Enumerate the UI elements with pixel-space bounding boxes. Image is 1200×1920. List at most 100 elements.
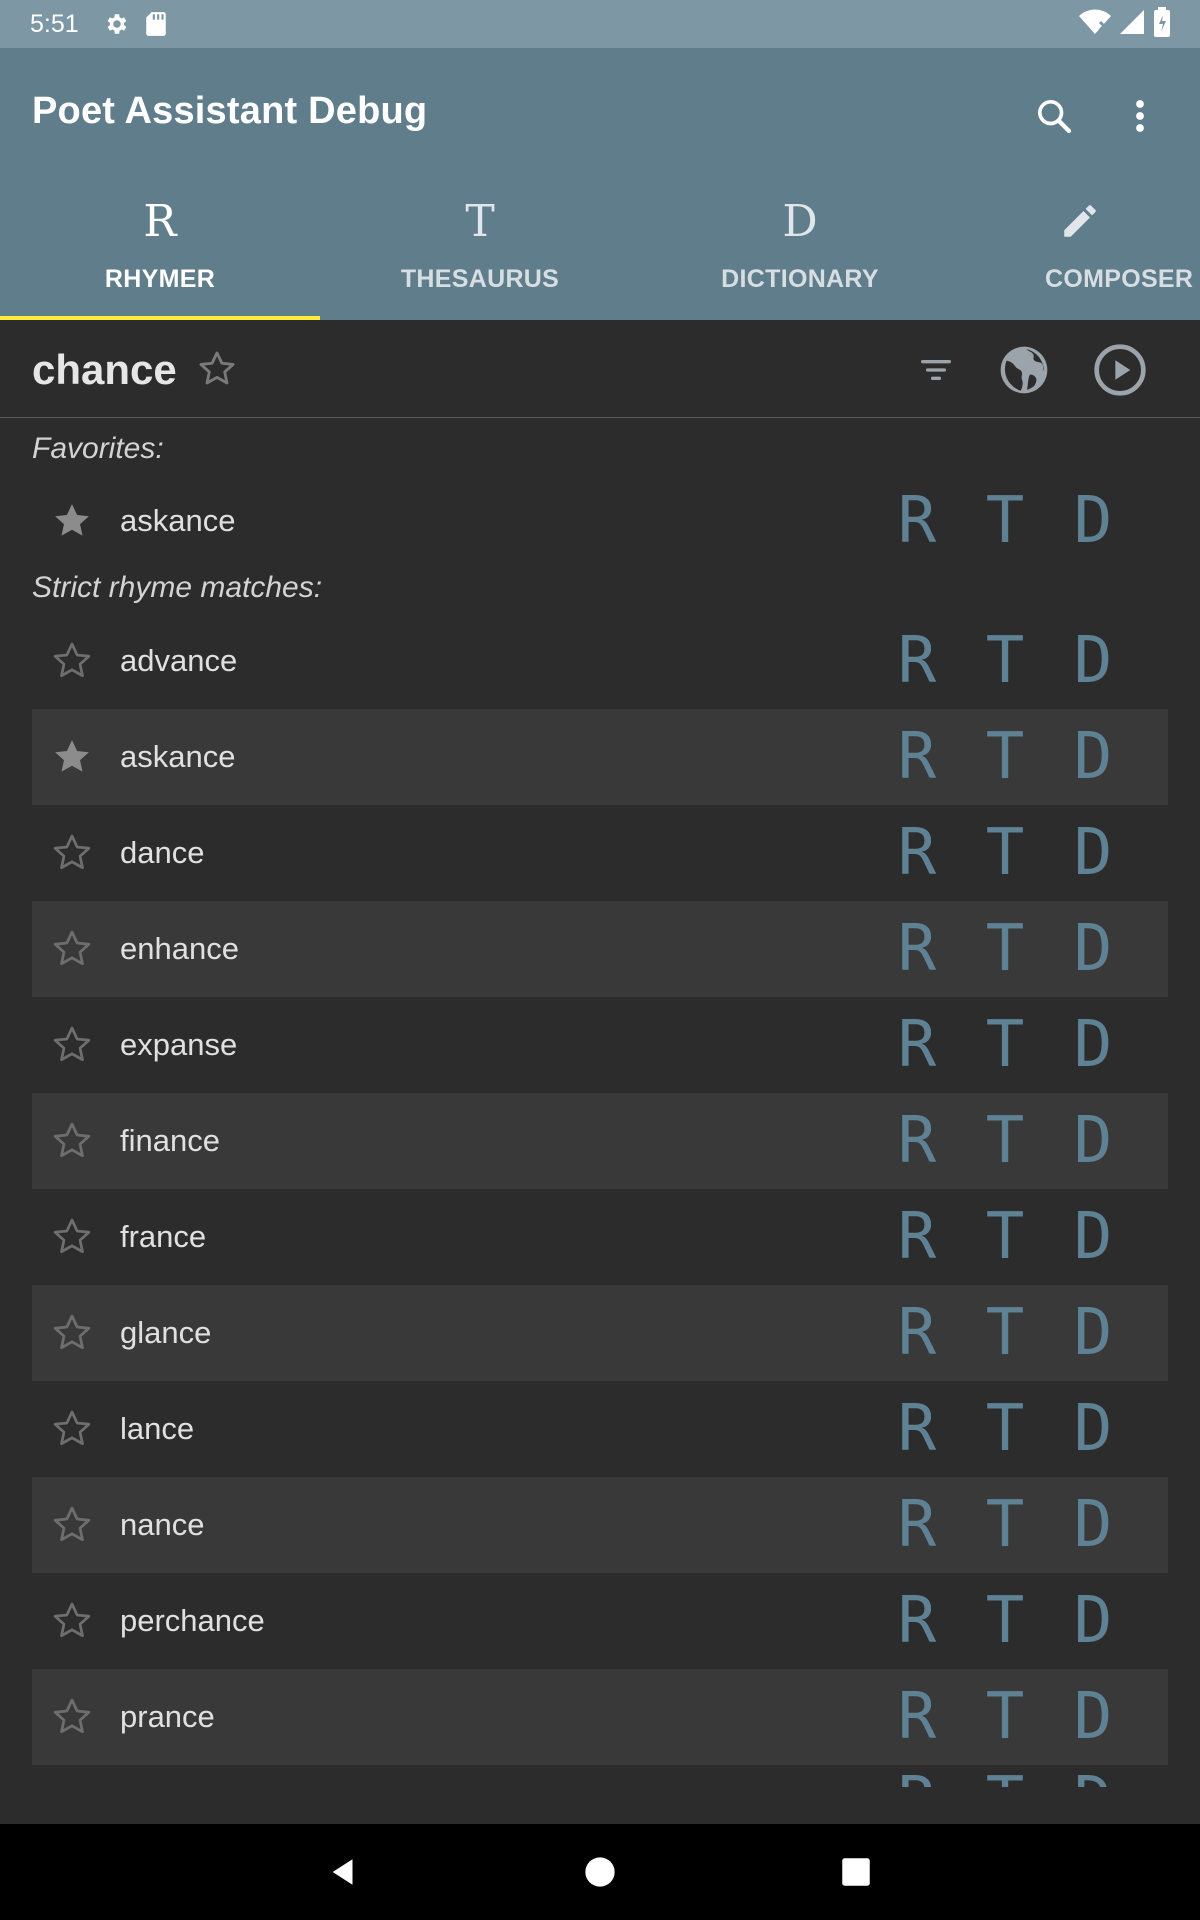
web-search-button[interactable] bbox=[992, 338, 1056, 402]
tab-rhymer[interactable]: R RHYMER bbox=[0, 193, 320, 320]
list-item[interactable]: enhance R T D bbox=[32, 901, 1168, 997]
pencil-icon bbox=[960, 193, 1200, 249]
dictionary-shortcut-button[interactable]: D bbox=[1058, 1491, 1128, 1559]
query-word: chance bbox=[32, 346, 177, 393]
thesaurus-shortcut-button[interactable]: T bbox=[970, 1767, 1040, 1787]
star-outline-icon[interactable] bbox=[50, 1215, 94, 1259]
dictionary-shortcut-button[interactable]: D bbox=[1058, 1203, 1128, 1271]
dictionary-shortcut-button[interactable]: D bbox=[1058, 915, 1128, 983]
star-outline-icon[interactable] bbox=[50, 1407, 94, 1451]
dictionary-shortcut-button[interactable]: D bbox=[1058, 1587, 1128, 1655]
star-outline-icon[interactable] bbox=[50, 1695, 94, 1739]
rhymer-shortcut-button[interactable]: R bbox=[882, 1107, 952, 1175]
search-icon bbox=[1038, 100, 1072, 134]
thesaurus-shortcut-button[interactable]: T bbox=[970, 1011, 1040, 1079]
list-item[interactable]: askance R T D bbox=[32, 473, 1168, 569]
thesaurus-shortcut-button[interactable]: T bbox=[970, 627, 1040, 695]
dictionary-shortcut-button[interactable]: D bbox=[1058, 723, 1128, 791]
wifi-off-icon bbox=[1078, 8, 1112, 41]
play-button[interactable] bbox=[1088, 338, 1152, 402]
word-label: perchance bbox=[120, 1603, 265, 1638]
thesaurus-shortcut-button[interactable]: T bbox=[970, 1491, 1040, 1559]
back-button[interactable] bbox=[314, 1842, 374, 1902]
thesaurus-shortcut-button[interactable]: T bbox=[970, 1107, 1040, 1175]
word-label: askance bbox=[120, 739, 236, 774]
rhymer-shortcut-button[interactable]: R bbox=[882, 1767, 952, 1787]
results-list[interactable]: Favorites: Strict rhyme matches: askance… bbox=[0, 418, 1200, 1790]
list-item[interactable]: nance R T D bbox=[32, 1477, 1168, 1573]
dictionary-shortcut-button[interactable]: D bbox=[1058, 1767, 1128, 1787]
thesaurus-shortcut-button[interactable]: T bbox=[970, 1203, 1040, 1271]
rhymer-shortcut-button[interactable]: R bbox=[882, 1491, 952, 1559]
star-outline-icon[interactable] bbox=[50, 927, 94, 971]
tab-dictionary[interactable]: D DICTIONARY bbox=[640, 193, 960, 320]
dictionary-shortcut-button[interactable]: D bbox=[1058, 627, 1128, 695]
filter-icon bbox=[921, 360, 951, 380]
star-outline-icon[interactable] bbox=[50, 831, 94, 875]
thesaurus-shortcut-button[interactable]: T bbox=[970, 819, 1040, 887]
list-item[interactable]: askance R T D bbox=[32, 709, 1168, 805]
rhymer-shortcut-button[interactable]: R bbox=[882, 1587, 952, 1655]
dictionary-shortcut-button[interactable]: D bbox=[1058, 1107, 1128, 1175]
star-outline-icon[interactable] bbox=[50, 1023, 94, 1067]
favorite-star-button[interactable] bbox=[196, 348, 238, 395]
back-icon bbox=[332, 1859, 353, 1885]
list-item[interactable]: glance R T D bbox=[32, 1285, 1168, 1381]
list-item[interactable]: lance R T D bbox=[32, 1381, 1168, 1477]
list-item[interactable]: dance R T D bbox=[32, 805, 1168, 901]
rhymer-shortcut-button[interactable]: R bbox=[882, 723, 952, 791]
word-label: advance bbox=[120, 643, 238, 678]
star-outline-icon[interactable] bbox=[50, 1503, 94, 1547]
rhymer-shortcut-button[interactable]: R bbox=[882, 1395, 952, 1463]
thesaurus-shortcut-button[interactable]: T bbox=[970, 915, 1040, 983]
tab-bar: R RHYMER T THESAURUS D DICTIONARY COMPOS… bbox=[0, 193, 1200, 320]
thesaurus-shortcut-button[interactable]: T bbox=[970, 1587, 1040, 1655]
tab-thesaurus[interactable]: T THESAURUS bbox=[320, 193, 640, 320]
thesaurus-shortcut-button[interactable]: T bbox=[970, 723, 1040, 791]
rhymer-shortcut-button[interactable]: R bbox=[882, 1011, 952, 1079]
star-filled-icon[interactable] bbox=[50, 499, 94, 543]
rhymer-shortcut-button[interactable]: R bbox=[882, 627, 952, 695]
thesaurus-shortcut-button[interactable]: T bbox=[970, 487, 1040, 555]
search-button[interactable] bbox=[1026, 88, 1082, 144]
dictionary-shortcut-button[interactable]: D bbox=[1058, 1011, 1128, 1079]
word-label: lance bbox=[120, 1411, 195, 1446]
list-item[interactable]: france R T D bbox=[32, 1189, 1168, 1285]
star-outline-icon bbox=[199, 351, 235, 385]
star-outline-icon[interactable] bbox=[50, 1311, 94, 1355]
recents-icon bbox=[842, 1858, 870, 1886]
query-header: chance bbox=[0, 320, 1200, 418]
rhymer-shortcut-button[interactable]: R bbox=[882, 1299, 952, 1367]
rhymer-shortcut-button[interactable]: R bbox=[882, 487, 952, 555]
list-item-partial[interactable]: RTD bbox=[32, 1765, 1168, 1787]
dictionary-shortcut-button[interactable]: D bbox=[1058, 1683, 1128, 1751]
rhymer-shortcut-button[interactable]: R bbox=[882, 915, 952, 983]
dictionary-shortcut-button[interactable]: D bbox=[1058, 1395, 1128, 1463]
word-label: enhance bbox=[120, 931, 239, 966]
list-item[interactable]: prance R T D bbox=[32, 1669, 1168, 1765]
rhymer-shortcut-button[interactable]: R bbox=[882, 819, 952, 887]
list-item[interactable]: expanse R T D bbox=[32, 997, 1168, 1093]
home-button[interactable] bbox=[570, 1842, 630, 1902]
filter-button[interactable] bbox=[904, 338, 968, 402]
dictionary-shortcut-button[interactable]: D bbox=[1058, 487, 1128, 555]
thesaurus-shortcut-button[interactable]: T bbox=[970, 1395, 1040, 1463]
recents-button[interactable] bbox=[826, 1842, 886, 1902]
dictionary-shortcut-button[interactable]: D bbox=[1058, 1299, 1128, 1367]
rhymer-shortcut-button[interactable]: R bbox=[882, 1683, 952, 1751]
star-outline-icon[interactable] bbox=[50, 1599, 94, 1643]
thesaurus-shortcut-button[interactable]: T bbox=[970, 1683, 1040, 1751]
word-label: expanse bbox=[120, 1027, 238, 1062]
star-filled-icon[interactable] bbox=[50, 735, 94, 779]
list-item[interactable]: perchance R T D bbox=[32, 1573, 1168, 1669]
more-options-button[interactable] bbox=[1112, 88, 1168, 144]
star-outline-icon[interactable] bbox=[50, 639, 94, 683]
rhymer-shortcut-button[interactable]: R bbox=[882, 1203, 952, 1271]
thesaurus-shortcut-button[interactable]: T bbox=[970, 1299, 1040, 1367]
tab-label: THESAURUS bbox=[400, 265, 560, 293]
list-item[interactable]: finance R T D bbox=[32, 1093, 1168, 1189]
star-outline-icon[interactable] bbox=[50, 1119, 94, 1163]
tab-composer[interactable]: COMPOSER bbox=[960, 193, 1200, 320]
list-item[interactable]: advance R T D bbox=[32, 613, 1168, 709]
dictionary-shortcut-button[interactable]: D bbox=[1058, 819, 1128, 887]
